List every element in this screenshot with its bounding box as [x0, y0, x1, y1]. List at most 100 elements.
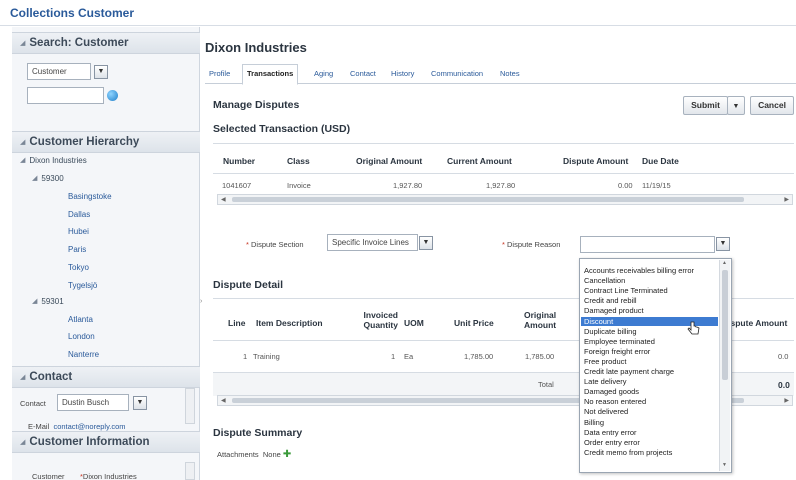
hand-cursor-icon	[687, 321, 700, 335]
dispute-section-select[interactable]: Specific Invoice Lines	[327, 234, 418, 251]
cancel-button[interactable]: Cancel	[750, 96, 794, 115]
scroll-right-icon[interactable]: ▶	[784, 397, 789, 404]
scroll-down-icon[interactable]: ▼	[722, 462, 727, 468]
option-foreign-freight-error[interactable]: Foreign freight error	[584, 347, 650, 356]
tree-node-atlanta[interactable]: Atlanta	[68, 315, 93, 324]
detail-original-amount: 1,785.00	[525, 352, 555, 361]
panel-splitter-handle[interactable]: ›	[200, 290, 205, 310]
search-type-dropdown-button[interactable]: ▼	[94, 65, 108, 79]
txn-class: Invoice	[287, 181, 311, 190]
option-not-delivered[interactable]: Not delivered	[584, 407, 628, 416]
option-employee-terminated[interactable]: Employee terminated	[584, 337, 655, 346]
detail-col-invoiced-quantity: Invoiced Quantity	[356, 310, 398, 330]
tree-node-root[interactable]: ◢ Dixon Industries	[20, 156, 87, 165]
dispute-detail-title: Dispute Detail	[213, 279, 284, 291]
option-billing[interactable]: Billing	[584, 418, 604, 427]
tree-node-london[interactable]: London	[68, 332, 95, 341]
dispute-reason-dropdown-button[interactable]: ▼	[716, 237, 730, 251]
option-late-delivery[interactable]: Late delivery	[584, 377, 627, 386]
detail-dispute-amount[interactable]: 0.0	[778, 352, 788, 361]
contact-title: Contact	[29, 371, 73, 383]
txn-horizontal-scrollbar[interactable]: ◀ ▶	[217, 194, 793, 205]
tab-history[interactable]: History	[391, 69, 414, 78]
collapse-triangle-icon: ◢	[20, 439, 26, 446]
search-customer-title: Search: Customer	[29, 37, 129, 49]
detail-quantity: 1	[391, 352, 396, 361]
txn-original-amount: 1,927.80	[393, 181, 423, 190]
option-credit-memo-from-projects[interactable]: Credit memo from projects	[584, 448, 672, 457]
tab-transactions[interactable]: Transactions	[242, 64, 299, 85]
detail-item-description: Training	[253, 352, 280, 361]
dispute-amount-header-text: Dispute Amount	[732, 318, 788, 328]
tab-aging[interactable]: Aging	[314, 69, 333, 78]
detail-line-number: 1	[243, 352, 248, 361]
search-customer-header[interactable]: ◢ Search: Customer	[12, 32, 200, 54]
option-credit-late-payment-charge[interactable]: Credit late payment charge	[584, 367, 674, 376]
option-contract-line-terminated[interactable]: Contract Line Terminated	[584, 286, 668, 295]
customer-information-header[interactable]: ◢ Customer Information	[12, 431, 200, 453]
dispute-reason-label-text: Dispute Reason	[507, 240, 561, 249]
tab-contact[interactable]: Contact	[350, 69, 376, 78]
tree-node-tygelsjo[interactable]: Tygelsjö	[68, 281, 97, 290]
dispute-reason-scroll-thumb[interactable]	[722, 270, 728, 380]
option-damaged-goods[interactable]: Damaged goods	[584, 387, 639, 396]
table-header-border	[213, 173, 794, 174]
scroll-right-icon[interactable]: ▶	[784, 196, 789, 203]
tree-node-dallas[interactable]: Dallas	[68, 210, 90, 219]
tree-node-group1[interactable]: ◢ 59300	[32, 174, 64, 183]
company-title: Dixon Industries	[205, 40, 307, 55]
tree-node-hubei[interactable]: Hubei	[68, 227, 89, 236]
dispute-section-label-text: Dispute Section	[251, 240, 304, 249]
dispute-section-dropdown-button[interactable]: ▼	[419, 236, 433, 250]
email-link[interactable]: contact@noreply.com	[53, 422, 125, 431]
submit-menu-button[interactable]: ▼	[727, 96, 745, 115]
option-credit-and-rebill[interactable]: Credit and rebill	[584, 296, 637, 305]
expand-triangle-icon: ◢	[32, 175, 38, 182]
collapse-triangle-icon: ◢	[20, 40, 26, 47]
contact-scrollbar[interactable]	[185, 388, 195, 424]
tree-node-paris[interactable]: Paris	[68, 245, 86, 254]
option-cancellation[interactable]: Cancellation	[584, 276, 625, 285]
tree-node-tokyo[interactable]: Tokyo	[68, 263, 89, 272]
search-type-select[interactable]: Customer	[27, 63, 91, 80]
detail-col-item-description: Item Description	[256, 318, 323, 328]
contact-select[interactable]: Dustin Busch	[57, 394, 129, 411]
option-order-entry-error[interactable]: Order entry error	[584, 438, 640, 447]
dispute-summary-title: Dispute Summary	[213, 427, 303, 439]
contact-dropdown-button[interactable]: ▼	[133, 396, 147, 410]
option-damaged-product[interactable]: Damaged product	[584, 306, 644, 315]
option-no-reason-entered[interactable]: No reason entered	[584, 397, 646, 406]
tab-communication[interactable]: Communication	[431, 69, 483, 78]
tree-node-nanterre[interactable]: Nanterre	[68, 350, 99, 359]
col-header-due-date: Due Date	[642, 156, 679, 166]
add-attachment-icon[interactable]: ✚	[283, 449, 291, 460]
scroll-left-icon[interactable]: ◀	[221, 196, 226, 203]
tab-profile[interactable]: Profile	[209, 69, 230, 78]
detail-col-dispute-amount: Dispute Amount	[732, 318, 794, 328]
option-duplicate-billing[interactable]: Duplicate billing	[584, 327, 637, 336]
txn-due-date: 11/19/15	[642, 181, 671, 190]
customer-hierarchy-header[interactable]: ◢ Customer Hierarchy	[12, 131, 200, 153]
scroll-up-icon[interactable]: ▲	[722, 260, 727, 266]
collapse-triangle-icon: ◢	[20, 139, 26, 146]
tree-node-group2[interactable]: ◢ 59301	[32, 297, 64, 306]
txn-number[interactable]: 1041607	[222, 181, 251, 190]
option-ar-billing-error[interactable]: Accounts receivables billing error	[584, 266, 694, 275]
contact-header[interactable]: ◢ Contact	[12, 366, 200, 388]
dispute-reason-list[interactable]: Accounts receivables billing error Cance…	[579, 258, 732, 473]
tree-node-basingstoke[interactable]: Basingstoke	[68, 192, 112, 201]
search-input[interactable]	[27, 87, 104, 104]
option-data-entry-error[interactable]: Data entry error	[584, 428, 637, 437]
submit-button[interactable]: Submit	[683, 96, 728, 115]
detail-col-uom: UOM	[404, 318, 424, 328]
dispute-reason-label: * Dispute Reason	[502, 240, 560, 249]
scroll-left-icon[interactable]: ◀	[221, 397, 226, 404]
txn-scroll-thumb[interactable]	[232, 197, 744, 202]
dispute-reason-list-scrollbar[interactable]: ▲ ▼	[719, 260, 730, 471]
option-free-product[interactable]: Free product	[584, 357, 627, 366]
dispute-reason-select[interactable]	[580, 236, 715, 253]
tree-node-label: 59301	[41, 297, 64, 306]
tab-notes[interactable]: Notes	[500, 69, 520, 78]
search-go-icon[interactable]	[107, 90, 118, 101]
customer-info-scrollbar[interactable]	[185, 462, 195, 480]
